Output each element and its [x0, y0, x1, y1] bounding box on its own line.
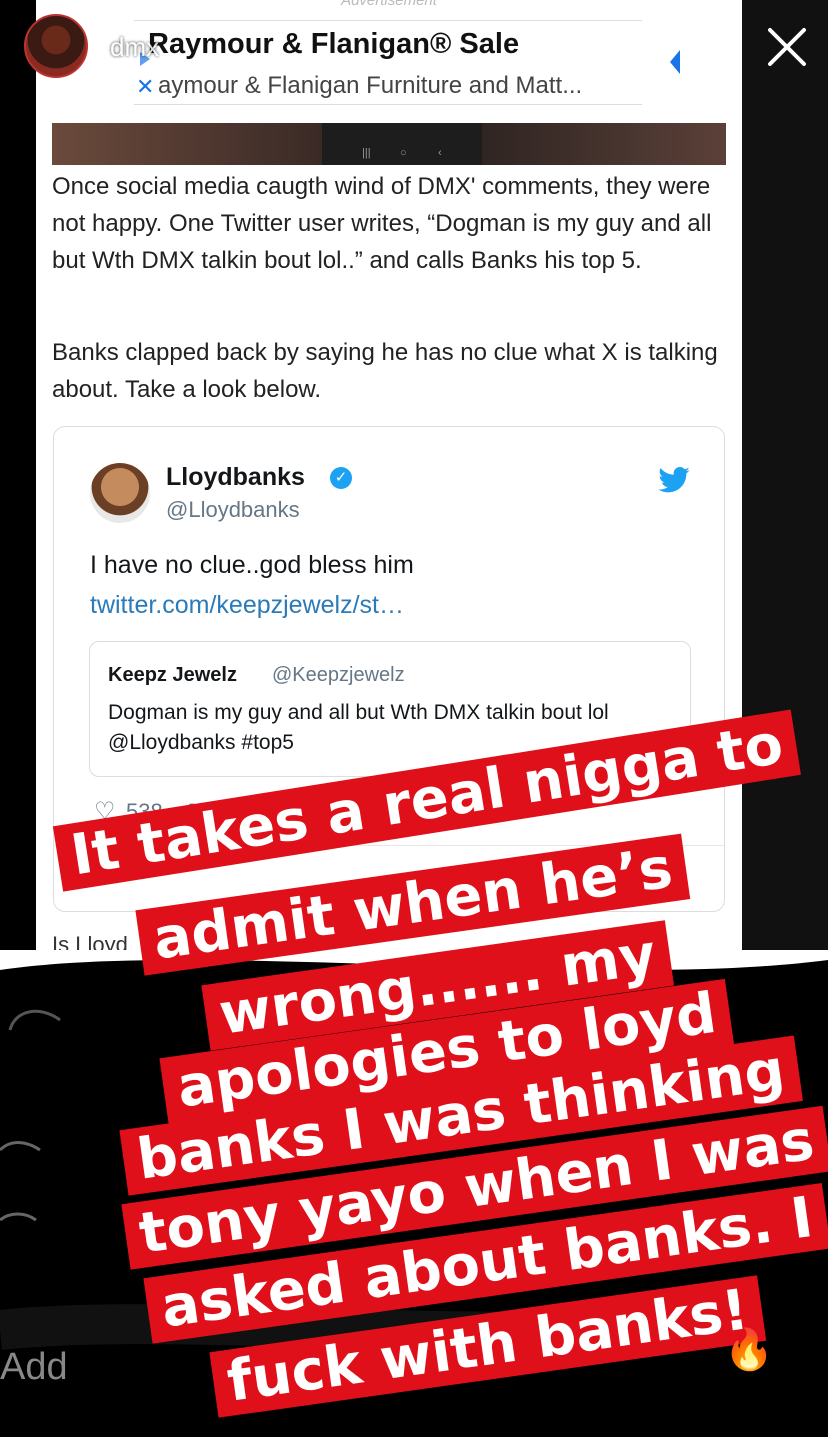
ad-label: Advertisement	[341, 0, 437, 9]
tweet-link[interactable]: twitter.com/keepzjewelz/st…	[90, 591, 404, 620]
ad-divider	[134, 104, 642, 105]
tweet-author-handle[interactable]: @Lloydbanks	[166, 497, 300, 523]
story-username[interactable]: dmx	[110, 32, 159, 63]
tweet-author-name[interactable]: Lloydbanks	[166, 463, 305, 492]
recents-icon: |||	[362, 147, 371, 159]
quoted-author-handle: @Keepzjewelz	[272, 664, 405, 686]
quoted-author-name: Keepz Jewelz	[108, 664, 237, 686]
ad-image-strip: ||| ○ ‹	[52, 123, 726, 165]
verified-badge-icon: ✓	[330, 467, 352, 489]
ad-title[interactable]: Raymour & Flanigan® Sale	[148, 28, 519, 61]
article-paragraph: Once social media caugth wind of DMX' co…	[52, 173, 712, 274]
reply-input[interactable]: Add	[0, 1346, 68, 1389]
redaction-scribble	[0, 950, 828, 1437]
ad-close-icon[interactable]: ✕	[136, 74, 154, 100]
tweet-divider	[54, 845, 724, 846]
quoted-tweet[interactable]: Keepz Jewelz @Keepzjewelz Dogman is my g…	[89, 641, 691, 777]
ad-subtitle[interactable]: aymour & Flanigan Furniture and Matt...	[158, 72, 582, 100]
article-paragraph: Banks clapped back by saying he has no c…	[52, 339, 718, 403]
tweet-timestamp[interactable]: 2:41 AM - May 25, 2020	[186, 799, 420, 825]
back-icon: ‹	[438, 147, 442, 159]
ad-divider	[134, 20, 642, 21]
quoted-tweet-text: Dogman is my guy and all but Wth DMX tal…	[108, 701, 609, 754]
chevron-right-icon[interactable]: ›	[668, 859, 678, 893]
screenshot-border	[742, 0, 828, 975]
home-icon: ○	[400, 147, 407, 159]
android-nav-bar: ||| ○ ‹	[322, 123, 482, 165]
ad-arrow-icon[interactable]	[670, 50, 680, 74]
like-count: 538	[126, 799, 163, 824]
embedded-tweet[interactable]: Lloydbanks ✓ @Lloydbanks I have no clue.…	[53, 426, 725, 912]
twitter-bird-icon[interactable]	[658, 467, 690, 493]
article-screenshot: Advertisement Raymour & Flanigan® Sale ✕…	[36, 0, 742, 975]
avatar[interactable]	[24, 14, 88, 78]
heart-icon[interactable]: ♡	[94, 797, 116, 826]
avatar[interactable]	[90, 463, 150, 523]
close-icon[interactable]	[764, 24, 810, 70]
tweet-text: I have no clue..god bless him	[90, 551, 414, 579]
fire-emoji-icon[interactable]: 🔥	[724, 1326, 774, 1373]
